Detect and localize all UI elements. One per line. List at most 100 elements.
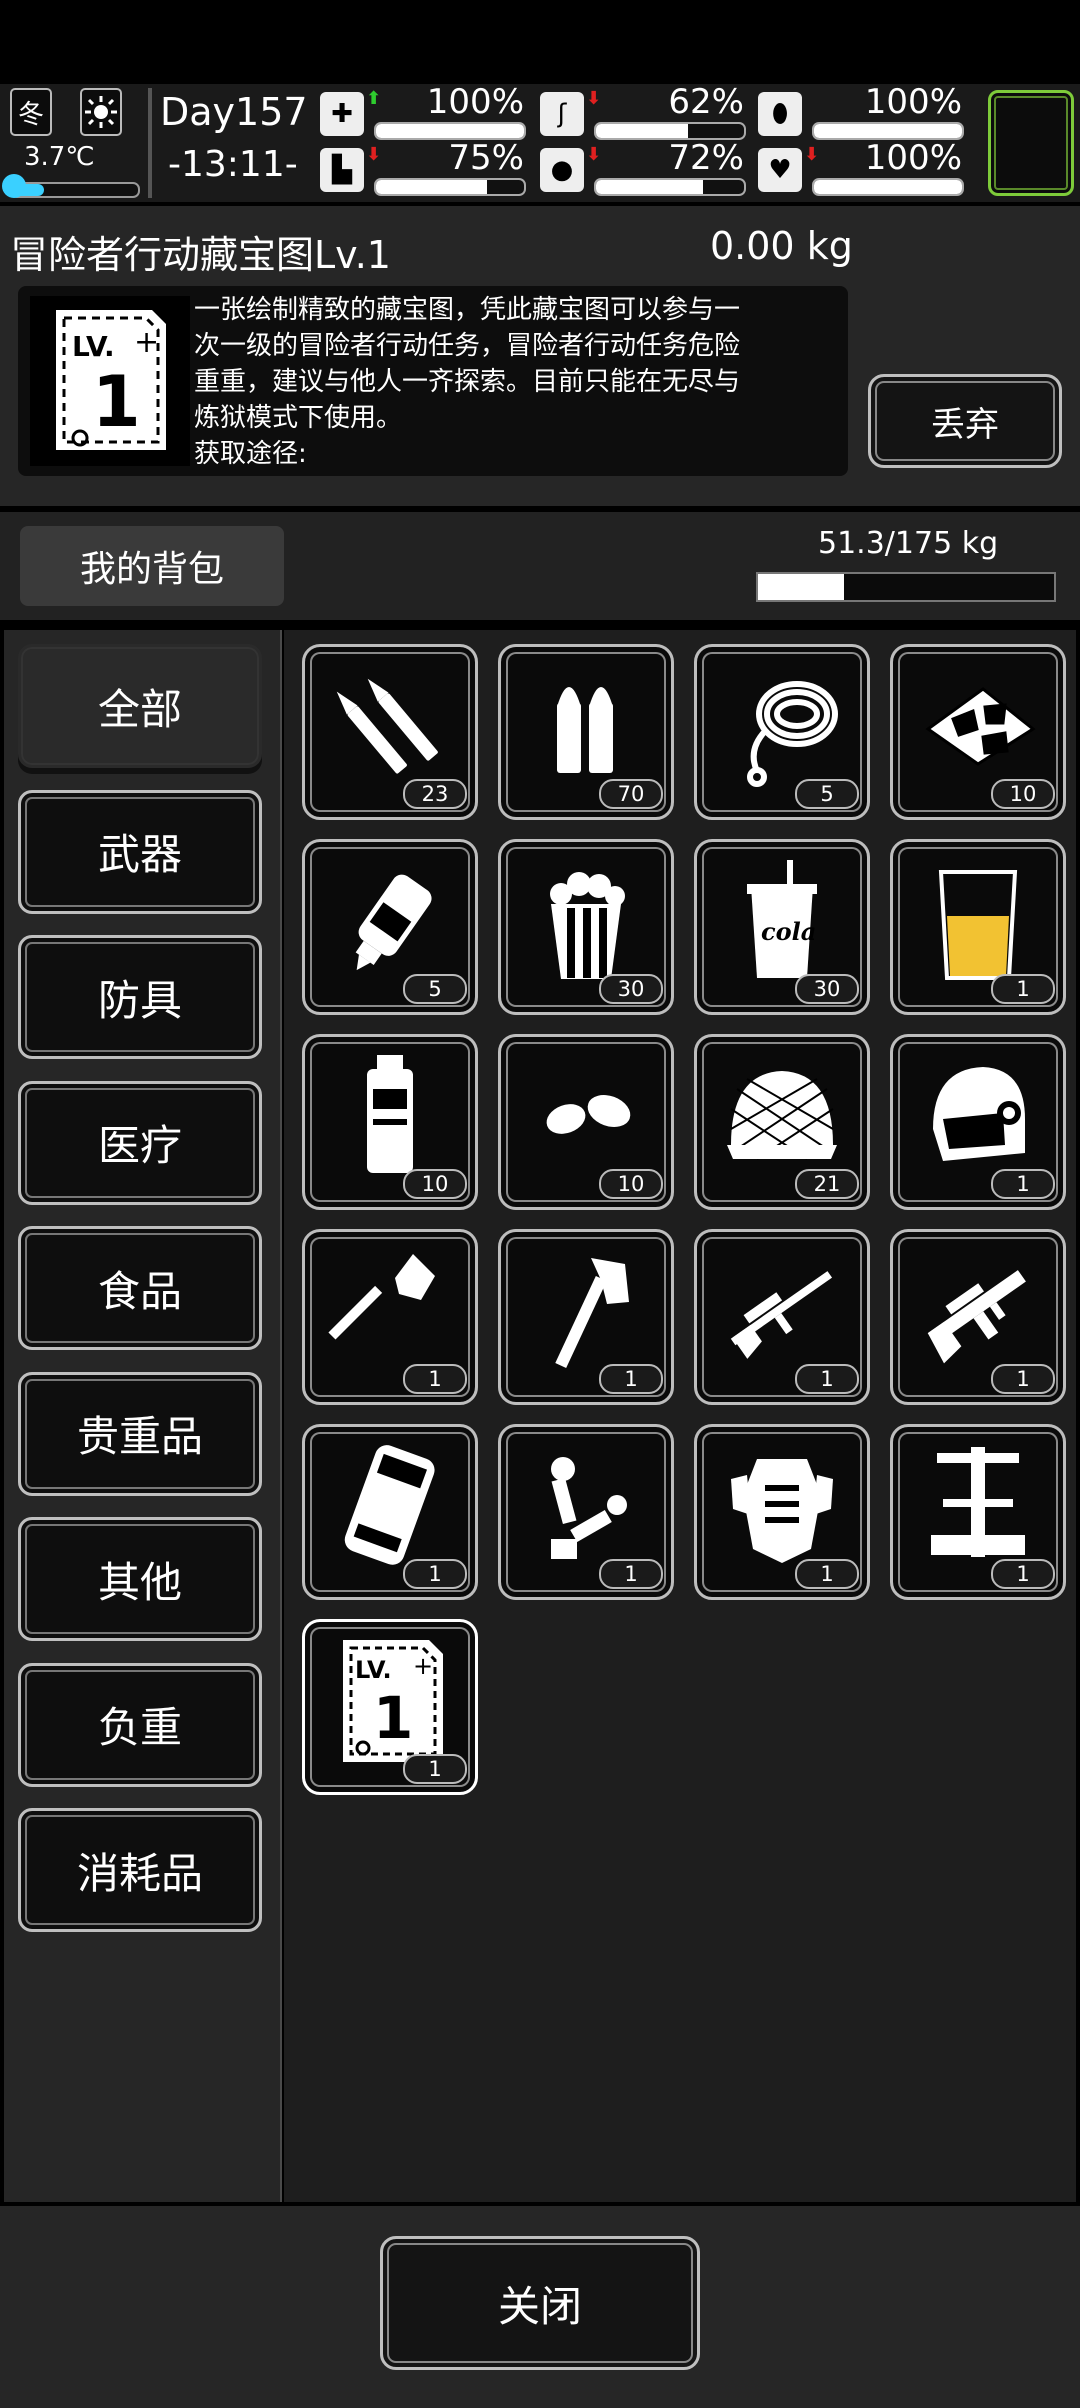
medkit-icon: ✚ xyxy=(320,92,364,136)
assault-rifle-icon xyxy=(927,1270,1026,1364)
cloth-scraps-icon xyxy=(925,687,1036,766)
inventory-slot[interactable]: 1 xyxy=(694,1229,870,1405)
item-count: 1 xyxy=(991,1169,1055,1199)
temperature-value: 3.7℃ xyxy=(24,142,95,172)
item-count: 30 xyxy=(599,974,663,1004)
stat-value: 100% xyxy=(864,138,962,178)
inventory-slot[interactable]: 1 xyxy=(694,1424,870,1600)
stat-thirst: ● ⬇ 72% xyxy=(540,138,750,200)
inventory-slot[interactable]: LV. 1 +1 xyxy=(302,1619,478,1795)
inventory-slot[interactable]: 1 xyxy=(890,1424,1066,1600)
item-count: 1 xyxy=(991,1364,1055,1394)
machine-part-icon xyxy=(931,1447,1025,1557)
stat-armor: ⬮ 100% xyxy=(758,82,968,144)
item-count: 1 xyxy=(403,1754,467,1784)
inventory-slot[interactable]: 10 xyxy=(890,644,1066,820)
svg-text:+: + xyxy=(134,325,159,360)
divider xyxy=(148,88,152,198)
leg-icon: ▙ xyxy=(320,148,364,192)
inventory-slot[interactable]: 1 xyxy=(302,1229,478,1405)
inventory-slot[interactable]: 1 xyxy=(890,839,1066,1015)
inventory-slot[interactable]: 21 xyxy=(694,1034,870,1210)
category-sidebar: 全部武器防具医疗食品贵重品其他负重消耗品 xyxy=(4,630,282,2202)
armor-rig-icon xyxy=(731,1459,833,1563)
item-count: 1 xyxy=(795,1364,859,1394)
map-lv-text: LV. xyxy=(72,330,115,363)
category-tab[interactable]: 全部 xyxy=(18,644,262,768)
item-count: 1 xyxy=(991,1559,1055,1589)
inventory-slot[interactable]: 1 xyxy=(890,1229,1066,1405)
inventory-slot[interactable]: 30 xyxy=(498,839,674,1015)
stat-value: 100% xyxy=(426,82,524,122)
category-tab[interactable]: 负重 xyxy=(18,1662,262,1787)
inventory-slot[interactable]: 10 xyxy=(302,1034,478,1210)
map-level-number: 1 xyxy=(92,361,141,443)
arrow-down-icon: ⬇ xyxy=(586,88,602,109)
vehicle-icon xyxy=(344,1445,435,1565)
day-counter: Day157 xyxy=(160,90,308,134)
item-count: 1 xyxy=(991,974,1055,1004)
rope-icon xyxy=(747,681,838,787)
thermometer-icon xyxy=(2,174,26,198)
stomach-icon: ʃ xyxy=(540,92,584,136)
clock: -13:11- xyxy=(168,144,298,185)
svg-text:1: 1 xyxy=(373,1684,413,1752)
category-tab[interactable]: 贵重品 xyxy=(18,1371,262,1496)
category-tab[interactable]: 防具 xyxy=(18,935,262,1059)
inventory-slot[interactable]: 1 xyxy=(498,1424,674,1600)
description-line: 一张绘制精致的藏宝图，凭此藏宝图可以参与一 xyxy=(194,295,741,325)
category-tab[interactable]: 武器 xyxy=(18,789,262,914)
item-count: 30 xyxy=(795,974,859,1004)
arrow-down-icon: ⬇ xyxy=(366,144,382,165)
sun-icon xyxy=(80,88,122,136)
backpack-title: 我的背包 xyxy=(20,526,284,606)
cola-icon: cola xyxy=(747,860,817,978)
tactical-helmet-icon xyxy=(933,1067,1025,1161)
popcorn-icon xyxy=(550,872,625,979)
arrow-down-icon: ⬇ xyxy=(586,144,602,165)
backpack-load-bar xyxy=(756,572,1056,602)
inventory-slot[interactable]: 1 xyxy=(890,1034,1066,1210)
inventory-slot[interactable]: 5 xyxy=(302,839,478,1015)
bottom-bar: 关闭 xyxy=(0,2206,1080,2408)
stat-mood: ♥ ⬇ 100% xyxy=(758,138,968,200)
svg-text:cola: cola xyxy=(761,917,816,946)
item-count: 10 xyxy=(599,1169,663,1199)
equipment-slot[interactable] xyxy=(988,90,1074,196)
inventory-slot[interactable]: 10 xyxy=(498,1034,674,1210)
stat-health: ✚ ⬆ 100% xyxy=(320,82,530,144)
category-tab[interactable]: 医疗 xyxy=(18,1080,262,1205)
item-count: 1 xyxy=(403,1559,467,1589)
camo-net-helmet-icon xyxy=(727,1071,837,1160)
backpack-weight: 51.3/175 kg xyxy=(818,526,999,561)
inventory-slot[interactable]: 23 xyxy=(302,644,478,820)
category-tab[interactable]: 食品 xyxy=(18,1226,262,1350)
sniper-rifle-icon xyxy=(730,1271,833,1359)
heart-icon: ♥ xyxy=(758,148,802,192)
inventory-slot[interactable]: cola 30 xyxy=(694,839,870,1015)
season-label: 冬 xyxy=(17,99,44,130)
item-count: 1 xyxy=(795,1559,859,1589)
bullets-pistol-icon xyxy=(557,687,613,773)
stat-stamina: ▙ ⬇ 75% xyxy=(320,138,530,200)
stat-bar xyxy=(374,178,526,196)
inventory-slot[interactable]: 70 xyxy=(498,644,674,820)
close-button[interactable]: 关闭 xyxy=(380,2236,700,2370)
item-count: 1 xyxy=(403,1364,467,1394)
item-weight: 0.00 kg xyxy=(710,224,853,268)
svg-text:LV.: LV. xyxy=(355,1656,392,1684)
category-tab[interactable]: 其他 xyxy=(18,1517,262,1641)
seeds-icon xyxy=(546,1095,631,1134)
inventory-slot[interactable]: 1 xyxy=(302,1424,478,1600)
robot-arm-icon xyxy=(551,1457,627,1559)
juice-cup-icon xyxy=(938,870,1018,980)
item-count: 70 xyxy=(599,779,663,809)
armor-icon: ⬮ xyxy=(758,92,802,136)
category-tab[interactable]: 消耗品 xyxy=(18,1808,262,1932)
inventory-slot[interactable]: 5 xyxy=(694,644,870,820)
item-detail-panel: 冒险者行动藏宝图Lv.1 0.00 kg LV. 1 + 一张绘制精致的藏宝图，… xyxy=(0,206,1080,506)
inventory-slot[interactable]: 1 xyxy=(498,1229,674,1405)
description-line: 炼狱模式下使用。 xyxy=(194,403,403,433)
discard-button[interactable]: 丢弃 xyxy=(868,374,1062,468)
status-bar: 冬 3.7℃ Day157 -13:11- ✚ ⬆ 100% ʃ ⬇ 62% ⬮ 100% ▙ ⬇… xyxy=(0,82,1080,202)
